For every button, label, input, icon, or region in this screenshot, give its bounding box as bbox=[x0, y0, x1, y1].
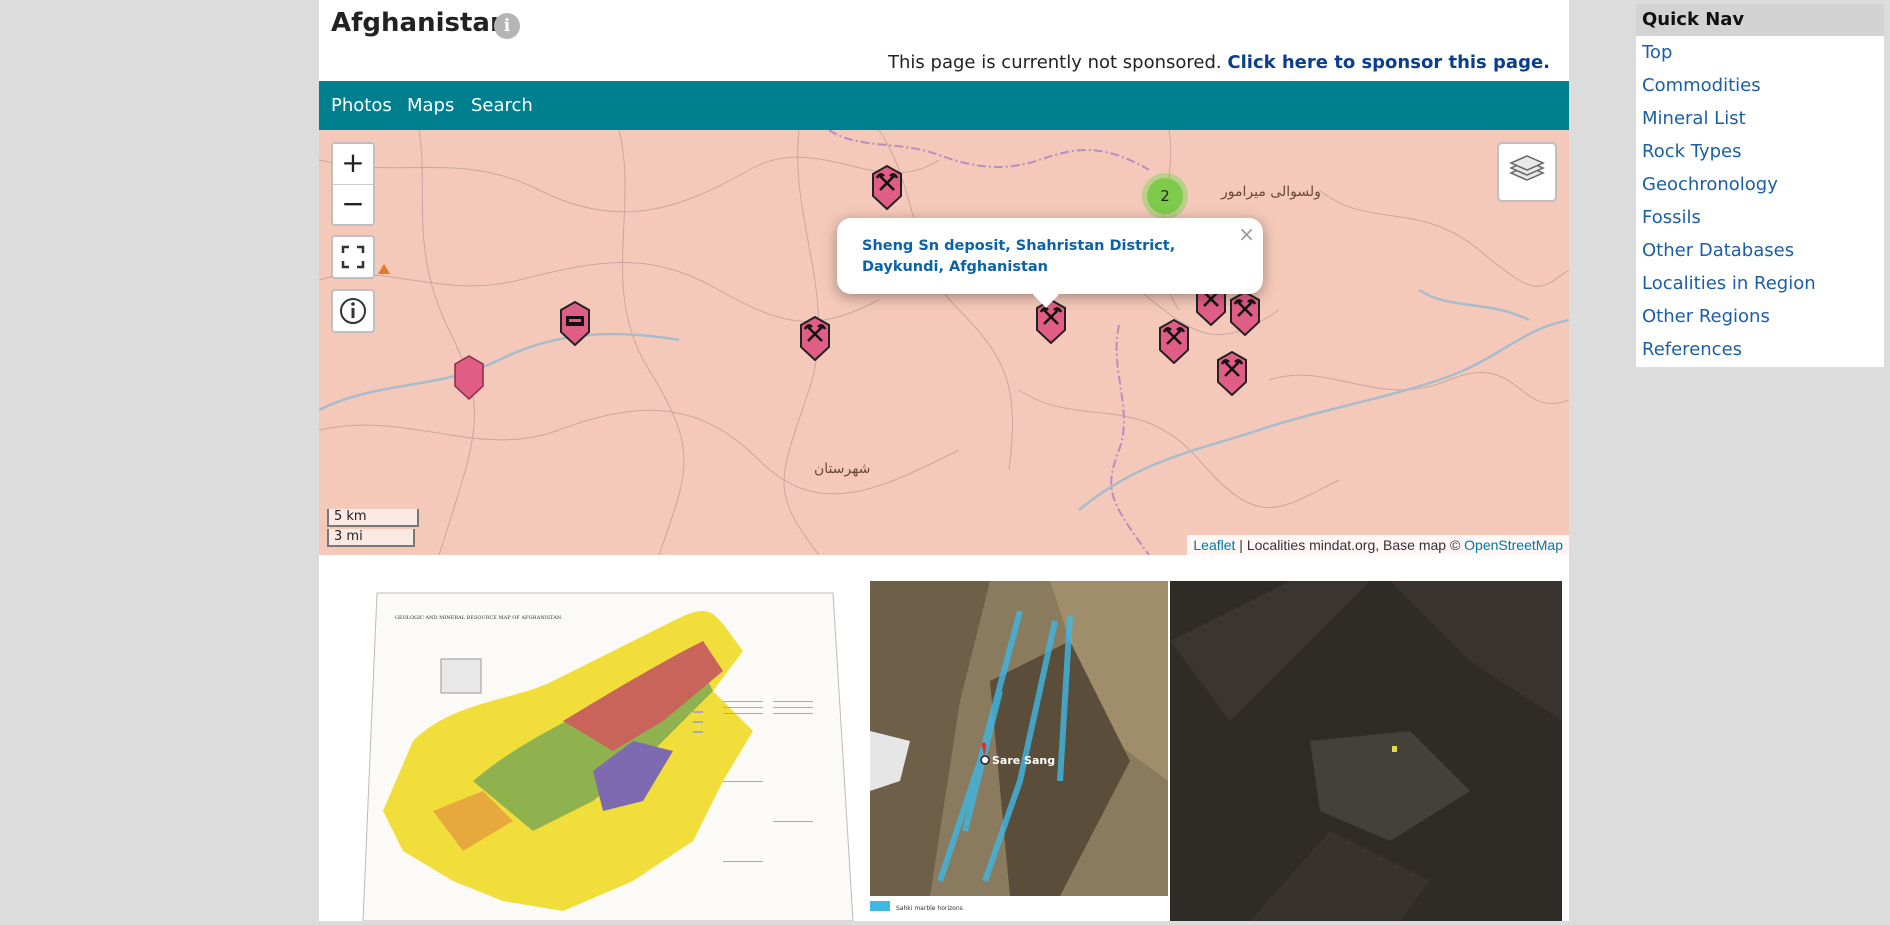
cluster-count: 2 bbox=[1147, 178, 1183, 214]
sponsor-notice: This page is currently not sponsored. Cl… bbox=[888, 52, 1550, 73]
map-basemap bbox=[319, 130, 1569, 555]
quarry-marker-icon[interactable] bbox=[557, 300, 593, 346]
mine-marker-icon[interactable] bbox=[1214, 350, 1250, 396]
main-content: Afghanistan i This page is currently not… bbox=[319, 0, 1569, 922]
map-info-button[interactable] bbox=[331, 289, 375, 333]
quick-nav-localities-in-region[interactable]: Localities in Region bbox=[1636, 267, 1884, 300]
popup-close-button[interactable]: × bbox=[1238, 222, 1255, 246]
scale-mi: 3 mi bbox=[327, 529, 415, 547]
info-icon[interactable]: i bbox=[494, 13, 520, 39]
quick-nav-fossils[interactable]: Fossils bbox=[1636, 201, 1884, 234]
leaflet-link[interactable]: Leaflet bbox=[1193, 537, 1235, 553]
zoom-control: + − bbox=[331, 142, 375, 226]
locality-popup: Sheng Sn deposit, Shahristan District, D… bbox=[837, 218, 1263, 308]
mine-marker-icon[interactable] bbox=[1156, 318, 1192, 364]
map-label-town: شهرستان bbox=[814, 461, 871, 477]
warning-triangle-icon bbox=[378, 264, 390, 274]
layers-icon bbox=[1509, 155, 1545, 181]
tab-maps[interactable]: Maps bbox=[407, 81, 454, 130]
sponsor-link[interactable]: Click here to sponsor this page. bbox=[1227, 52, 1550, 73]
map-label-district: ولسوالی میرامور bbox=[1221, 184, 1321, 200]
sponsor-text: This page is currently not sponsored. bbox=[888, 52, 1222, 73]
mine-marker-icon[interactable] bbox=[1227, 290, 1263, 336]
fullscreen-button[interactable] bbox=[331, 235, 375, 279]
locality-marker-icon[interactable] bbox=[451, 354, 487, 400]
mine-marker-icon[interactable] bbox=[797, 315, 833, 361]
tab-bar: Photos Maps Search bbox=[319, 81, 1569, 130]
gallery-geologic-map[interactable]: GEOLOGIC AND MINERAL RESOURCE MAP OF AFG… bbox=[333, 581, 867, 922]
attribution-text: | Localities mindat.org, Base map © bbox=[1235, 537, 1465, 553]
quick-nav-title: Quick Nav bbox=[1636, 4, 1884, 36]
info-circle-icon bbox=[340, 298, 366, 324]
quick-nav-mineral-list[interactable]: Mineral List bbox=[1636, 102, 1884, 135]
satellite-image-sare-sang: Sare Sang Sahki marble horizons bbox=[870, 581, 1168, 912]
gallery-satellite-dark[interactable] bbox=[1170, 581, 1562, 921]
quick-nav-references[interactable]: References bbox=[1636, 333, 1884, 366]
quick-nav-commodities[interactable]: Commodities bbox=[1636, 69, 1884, 102]
mine-marker-icon[interactable] bbox=[1033, 298, 1069, 344]
map-attribution: Leaflet | Localities mindat.org, Base ma… bbox=[1187, 535, 1569, 555]
page-title: Afghanistan bbox=[331, 8, 509, 38]
popup-locality-link[interactable]: Sheng Sn deposit, Shahristan District, D… bbox=[862, 236, 1232, 278]
quick-nav-top[interactable]: Top bbox=[1636, 36, 1884, 69]
marker-cluster[interactable]: 2 bbox=[1142, 173, 1188, 219]
zoom-in-button[interactable]: + bbox=[333, 144, 373, 185]
quick-nav-sidebar: Quick Nav Top Commodities Mineral List R… bbox=[1636, 4, 1884, 367]
tab-photos[interactable]: Photos bbox=[331, 81, 392, 130]
quick-nav-geochronology[interactable]: Geochronology bbox=[1636, 168, 1884, 201]
zoom-out-button[interactable]: − bbox=[333, 185, 373, 225]
gallery-satellite-sare-sang[interactable]: Sare Sang Sahki marble horizons bbox=[870, 581, 1168, 921]
scale-km: 5 km bbox=[327, 509, 419, 527]
geologic-map-title: GEOLOGIC AND MINERAL RESOURCE MAP OF AFG… bbox=[395, 615, 562, 621]
osm-link[interactable]: OpenStreetMap bbox=[1464, 537, 1563, 553]
fullscreen-icon bbox=[341, 245, 365, 269]
layers-button[interactable] bbox=[1497, 142, 1557, 202]
legend-label: Sahki marble horizons bbox=[896, 905, 963, 912]
sare-sang-label: Sare Sang bbox=[992, 754, 1055, 767]
geologic-map-image: GEOLOGIC AND MINERAL RESOURCE MAP OF AFG… bbox=[362, 592, 854, 922]
quick-nav-rock-types[interactable]: Rock Types bbox=[1636, 135, 1884, 168]
quick-nav-other-databases[interactable]: Other Databases bbox=[1636, 234, 1884, 267]
tab-search[interactable]: Search bbox=[471, 81, 533, 130]
satellite-image-dark bbox=[1170, 581, 1562, 921]
quick-nav-other-regions[interactable]: Other Regions bbox=[1636, 300, 1884, 333]
locality-map[interactable]: + − 2 ولسوالی میرامور شهرستان Sheng Sn d… bbox=[319, 130, 1569, 555]
mine-marker-icon[interactable] bbox=[869, 164, 905, 210]
